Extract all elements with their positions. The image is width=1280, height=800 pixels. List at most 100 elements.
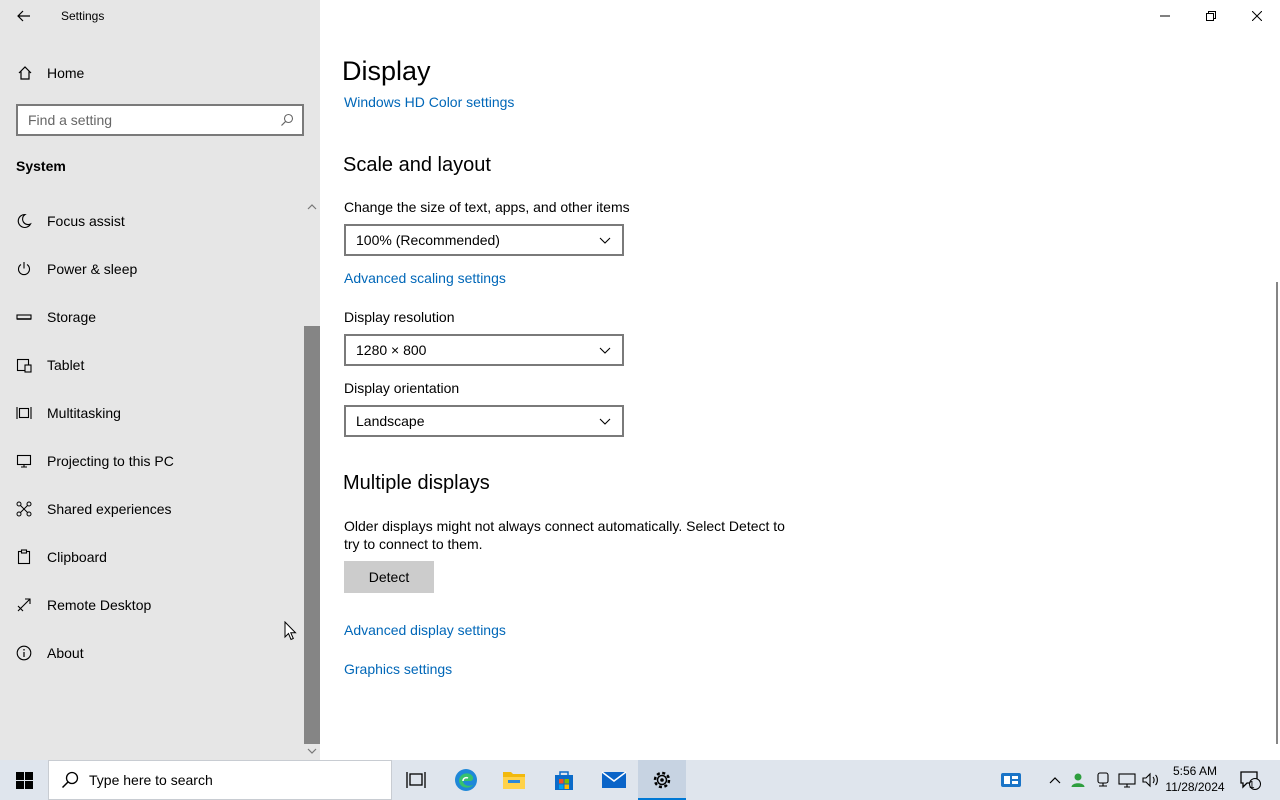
settings-icon — [653, 771, 671, 789]
settings-button[interactable] — [638, 760, 686, 800]
resolution-label: Display resolution — [344, 309, 455, 325]
sidebar-item-tablet[interactable]: Tablet — [0, 341, 304, 389]
clock-date: 11/28/2024 — [1165, 780, 1225, 794]
info-icon — [15, 644, 33, 662]
store-button[interactable] — [540, 760, 588, 800]
restore-icon — [1206, 11, 1216, 21]
projecting-icon — [15, 452, 33, 470]
orientation-dropdown[interactable]: Landscape — [344, 405, 624, 437]
meet-now-tray-button[interactable] — [1093, 760, 1113, 800]
sidebar-item-shared-experiences[interactable]: Shared experiences — [0, 485, 304, 533]
sidebar-item-label: Projecting to this PC — [47, 453, 174, 469]
sidebar-item-multitasking[interactable]: Multitasking — [0, 389, 304, 437]
file-explorer-button[interactable] — [490, 760, 538, 800]
scale-dropdown[interactable]: 100% (Recommended) — [344, 224, 624, 256]
main-content: Display Windows HD Color settings Scale … — [320, 0, 1280, 760]
chevron-down-icon — [598, 414, 612, 428]
sidebar-item-remote-desktop[interactable]: Remote Desktop — [0, 581, 304, 629]
hd-color-settings-link[interactable]: Windows HD Color settings — [344, 94, 514, 110]
sidebar-item-label: Home — [47, 65, 85, 81]
notification-count-badge: 1 — [1249, 780, 1255, 791]
people-tray-button[interactable] — [1068, 760, 1088, 800]
sidebar-item-clipboard[interactable]: Clipboard — [0, 533, 304, 581]
sidebar-nav-list: Focus assist Power & sleep Storage Table… — [0, 197, 304, 677]
sidebar-item-label: About — [47, 645, 84, 661]
taskbar-clock[interactable]: 5:56 AM 11/28/2024 — [1160, 763, 1230, 795]
page-title: Display — [342, 56, 431, 86]
volume-icon — [1142, 772, 1158, 788]
sidebar: Settings Home System Focus assist Power … — [0, 0, 320, 760]
taskbar-search[interactable]: Type here to search — [48, 760, 392, 800]
scale-label: Change the size of text, apps, and other… — [344, 199, 630, 215]
windows-logo-icon — [15, 771, 33, 789]
taskbar-search-placeholder: Type here to search — [89, 772, 213, 788]
resolution-dropdown[interactable]: 1280 × 800 — [344, 334, 624, 366]
multiple-displays-description: Older displays might not always connect … — [344, 518, 785, 552]
start-button[interactable] — [0, 760, 48, 800]
sidebar-scroll-down-icon[interactable] — [305, 744, 319, 758]
scale-layout-heading: Scale and layout — [343, 154, 491, 176]
task-view-button[interactable] — [392, 760, 440, 800]
scale-dropdown-value: 100% (Recommended) — [356, 232, 500, 248]
sidebar-item-about[interactable]: About — [0, 629, 304, 677]
orientation-label: Display orientation — [344, 380, 460, 396]
action-center-button[interactable]: 1 — [1234, 760, 1266, 800]
restore-button[interactable] — [1188, 0, 1234, 32]
storage-icon — [15, 308, 33, 326]
sidebar-item-label: Clipboard — [47, 549, 107, 565]
close-button[interactable] — [1234, 0, 1280, 32]
sidebar-item-label: Shared experiences — [47, 501, 172, 517]
close-icon — [1252, 11, 1262, 21]
minimize-button[interactable] — [1142, 0, 1188, 32]
power-icon — [15, 260, 33, 278]
multitasking-icon — [15, 404, 33, 422]
widget-tray-button[interactable] — [996, 760, 1026, 800]
search-icon — [280, 113, 294, 132]
sidebar-item-focus-assist[interactable]: Focus assist — [0, 197, 304, 245]
mail-button[interactable] — [590, 760, 638, 800]
sidebar-item-projecting[interactable]: Projecting to this PC — [0, 437, 304, 485]
main-scrollbar-thumb[interactable] — [1276, 282, 1278, 744]
orientation-dropdown-value: Landscape — [356, 413, 425, 429]
minimize-icon — [1160, 15, 1170, 17]
file-explorer-icon — [503, 772, 525, 789]
sidebar-item-label: Remote Desktop — [47, 597, 152, 613]
meet-now-icon — [1097, 772, 1109, 787]
mouse-cursor-icon — [284, 621, 297, 641]
section-title-system: System — [16, 158, 66, 174]
window-title: Settings — [61, 9, 105, 23]
sidebar-scroll-up-icon[interactable] — [305, 200, 319, 214]
sidebar-scrollbar-thumb[interactable] — [304, 326, 320, 744]
multiple-displays-heading: Multiple displays — [343, 472, 490, 494]
detect-button[interactable]: Detect — [344, 561, 434, 593]
chevron-down-icon — [598, 233, 612, 247]
sidebar-item-home[interactable]: Home — [0, 56, 304, 90]
news-widget-icon — [1001, 773, 1021, 787]
taskbar: Type here to search 5:56 AM 11/28/2024 1 — [0, 760, 1280, 800]
edge-button[interactable] — [442, 760, 490, 800]
store-icon — [555, 771, 573, 790]
show-hidden-icons-button[interactable] — [1046, 760, 1064, 800]
back-button[interactable] — [12, 4, 36, 28]
people-icon — [1071, 773, 1085, 787]
back-arrow-icon — [17, 10, 30, 22]
sidebar-item-storage[interactable]: Storage — [0, 293, 304, 341]
search-icon — [61, 771, 79, 789]
sidebar-item-label: Tablet — [47, 357, 85, 373]
chevron-down-icon — [598, 343, 612, 357]
find-setting-input[interactable] — [18, 112, 268, 128]
find-setting-search[interactable] — [16, 104, 304, 136]
advanced-display-settings-link[interactable]: Advanced display settings — [344, 622, 506, 638]
network-tray-button[interactable] — [1116, 760, 1138, 800]
sidebar-item-label: Focus assist — [47, 213, 125, 229]
tablet-icon — [15, 356, 33, 374]
volume-tray-button[interactable] — [1140, 760, 1162, 800]
advanced-scaling-link[interactable]: Advanced scaling settings — [344, 270, 506, 286]
graphics-settings-link[interactable]: Graphics settings — [344, 661, 452, 677]
remote-desktop-icon — [15, 596, 33, 614]
sidebar-item-power-sleep[interactable]: Power & sleep — [0, 245, 304, 293]
sidebar-item-label: Power & sleep — [47, 261, 138, 277]
chevron-up-icon — [1049, 776, 1061, 783]
clock-time: 5:56 AM — [1172, 764, 1218, 778]
resolution-dropdown-value: 1280 × 800 — [356, 342, 427, 358]
